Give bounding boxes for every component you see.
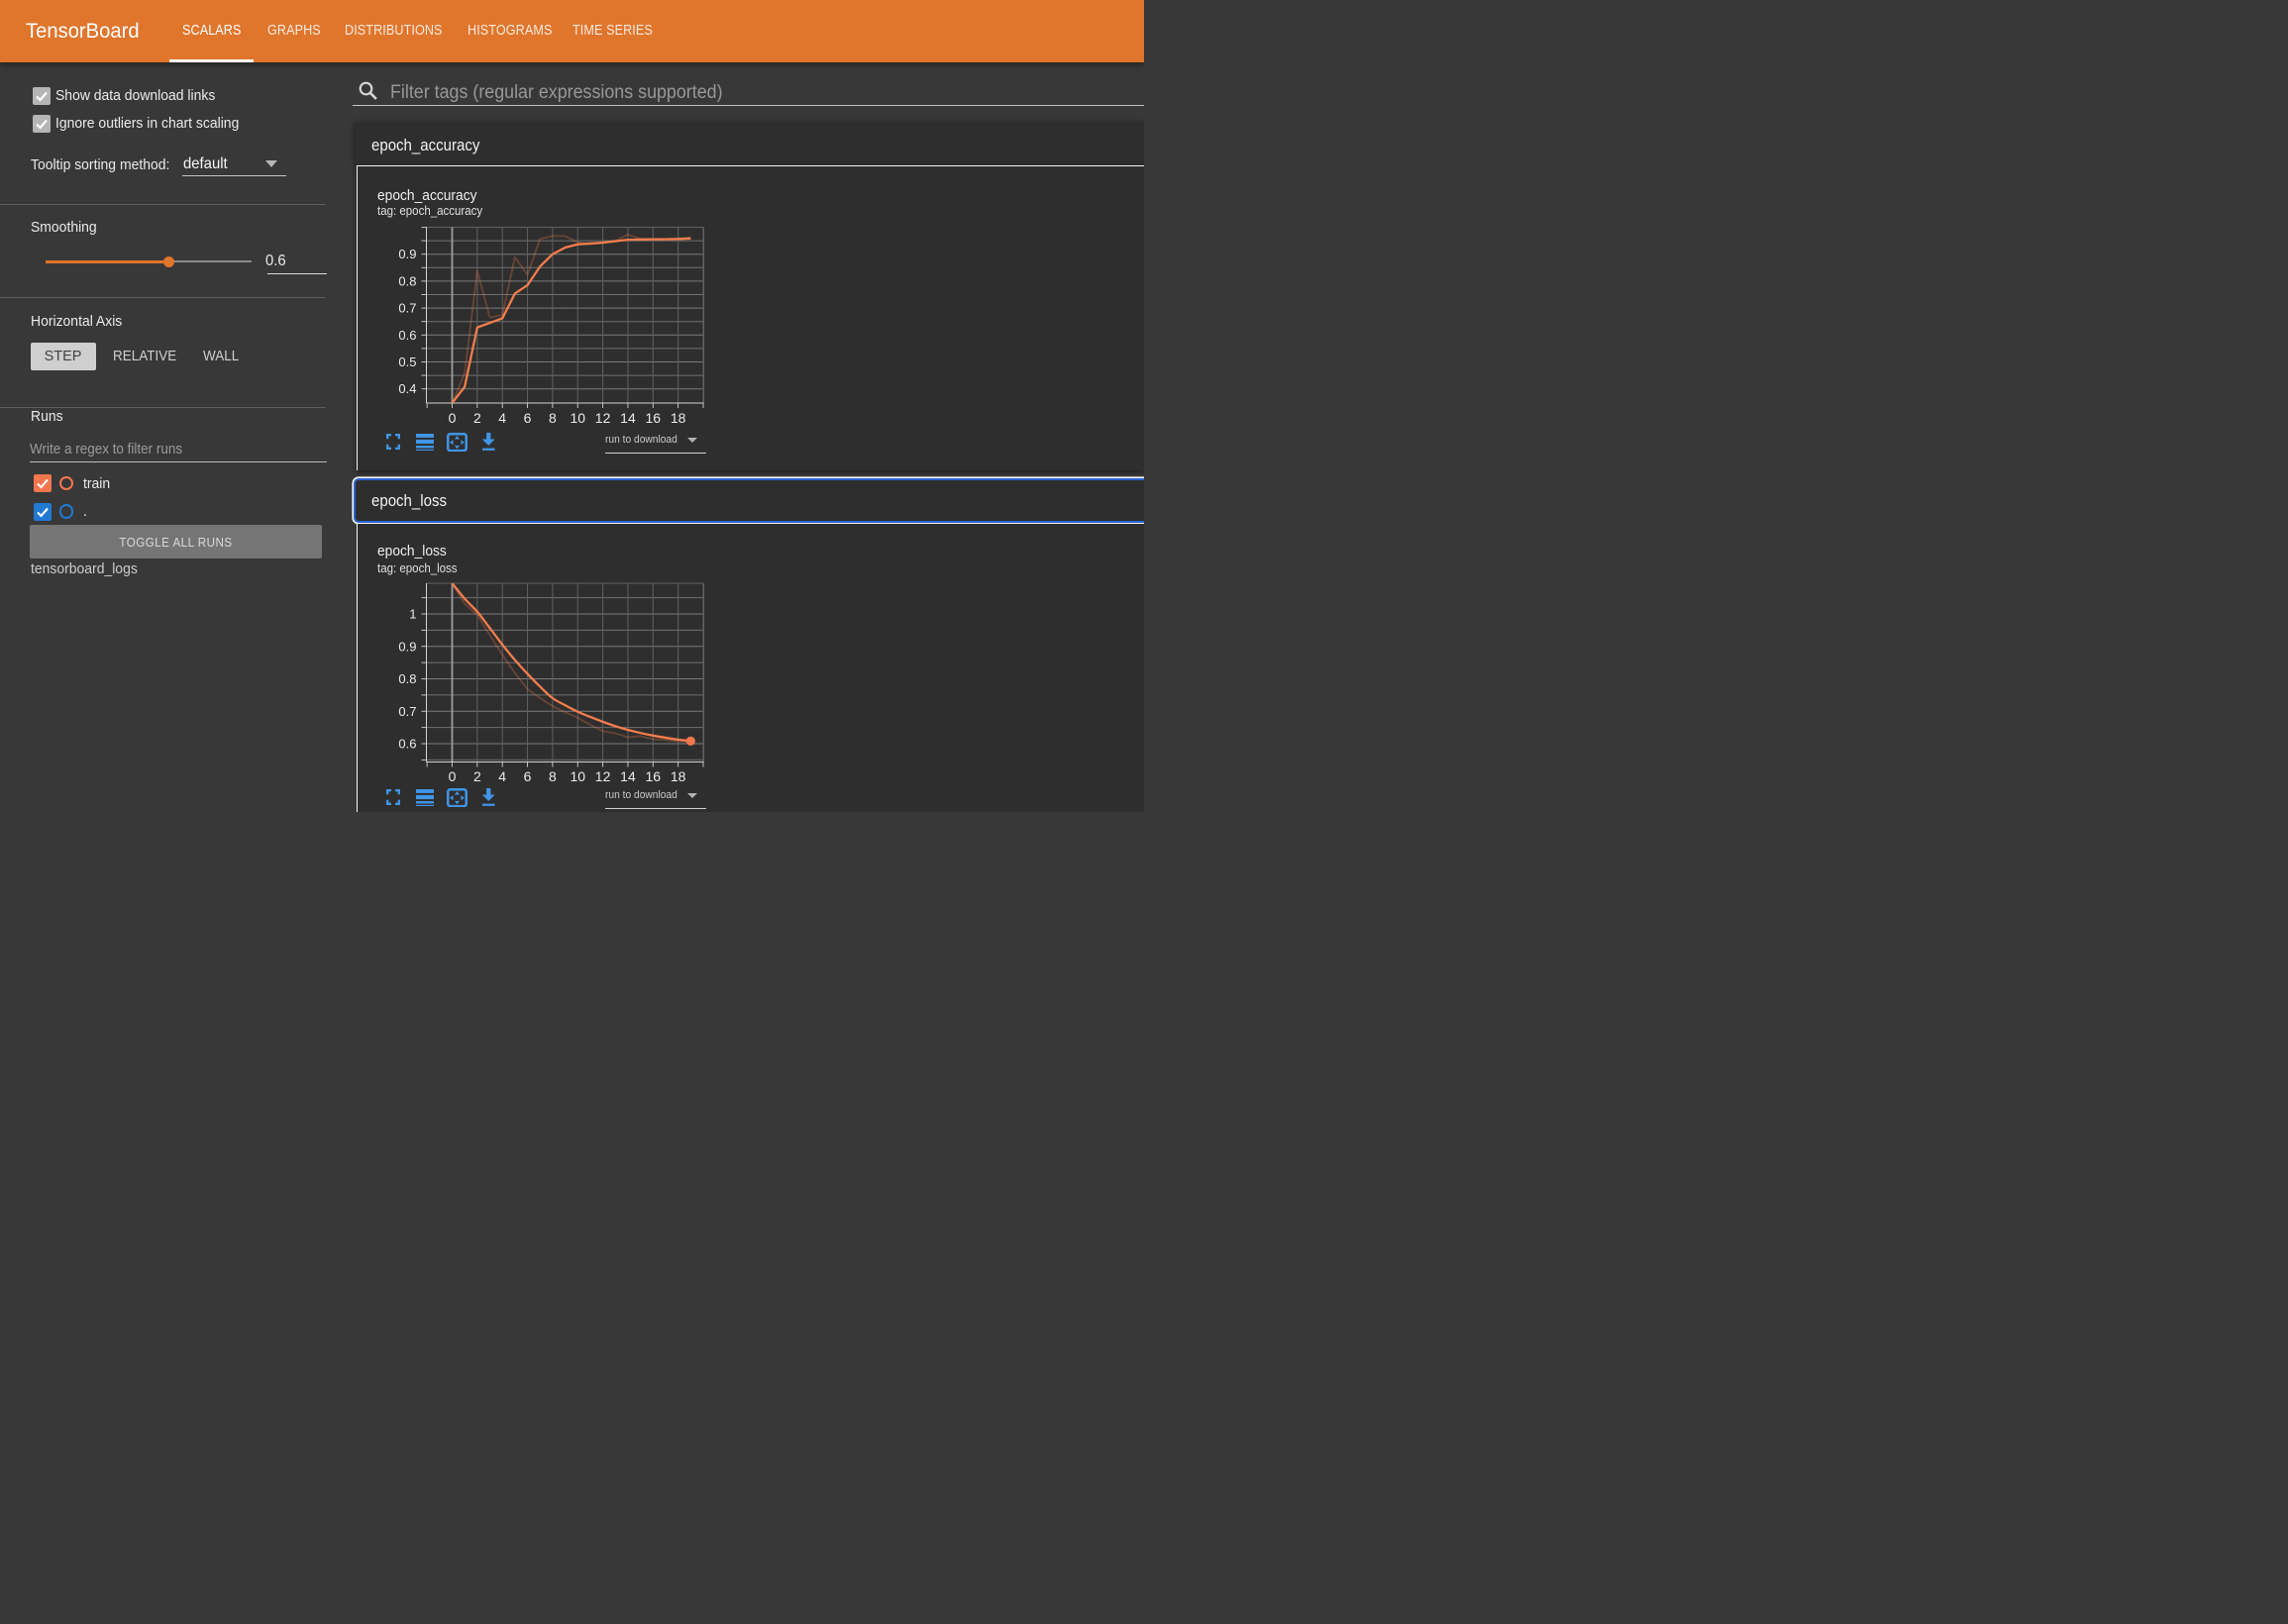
svg-text:16: 16 [646, 768, 662, 784]
svg-text:16: 16 [646, 410, 662, 426]
svg-text:0: 0 [449, 410, 457, 426]
svg-text:10: 10 [570, 410, 585, 426]
svg-text:2: 2 [473, 768, 481, 784]
svg-text:10: 10 [570, 768, 585, 784]
svg-text:1: 1 [409, 607, 416, 622]
svg-text:12: 12 [595, 410, 611, 426]
svg-text:6: 6 [524, 768, 532, 784]
svg-text:0.9: 0.9 [398, 247, 416, 261]
svg-text:0.6: 0.6 [398, 737, 416, 752]
svg-text:0.7: 0.7 [398, 704, 416, 719]
svg-text:0.8: 0.8 [398, 273, 416, 288]
svg-text:8: 8 [549, 768, 557, 784]
svg-text:4: 4 [498, 410, 506, 426]
svg-text:0.7: 0.7 [398, 301, 416, 316]
svg-text:8: 8 [549, 410, 557, 426]
svg-text:18: 18 [671, 410, 686, 426]
svg-text:6: 6 [524, 410, 532, 426]
svg-text:0.5: 0.5 [398, 355, 416, 369]
svg-text:2: 2 [473, 410, 481, 426]
svg-text:0.8: 0.8 [398, 671, 416, 686]
svg-text:12: 12 [595, 768, 611, 784]
svg-text:0.6: 0.6 [398, 328, 416, 343]
svg-text:14: 14 [620, 410, 636, 426]
svg-text:18: 18 [671, 768, 686, 784]
svg-text:0.4: 0.4 [398, 381, 416, 396]
svg-text:14: 14 [620, 768, 636, 784]
svg-text:0.9: 0.9 [398, 639, 416, 654]
svg-text:0: 0 [449, 768, 457, 784]
svg-text:4: 4 [498, 768, 506, 784]
